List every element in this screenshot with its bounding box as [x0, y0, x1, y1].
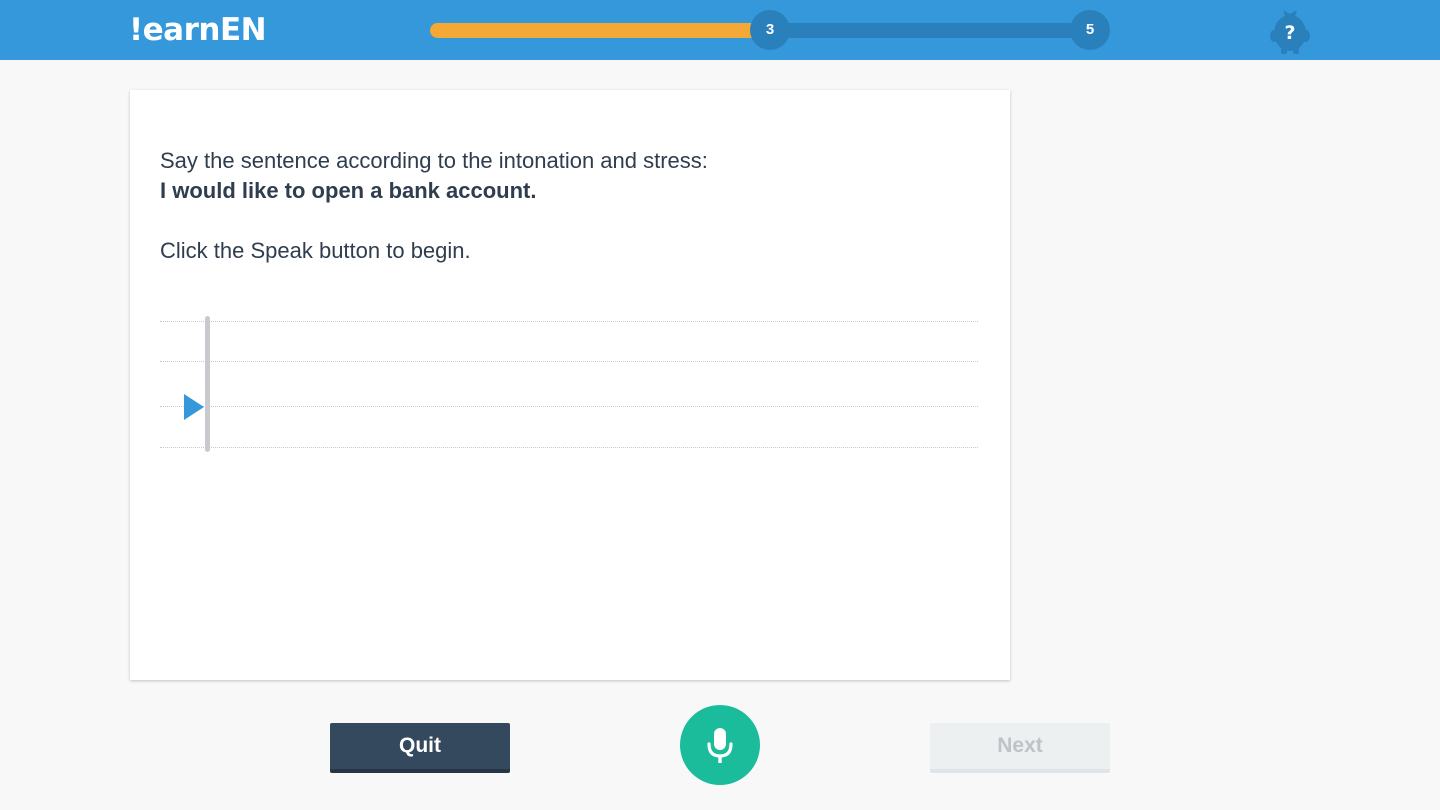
help-mascot-icon: ? — [1270, 10, 1310, 54]
playhead-marker[interactable] — [205, 316, 210, 452]
total-steps-indicator: 5 — [1070, 10, 1110, 50]
lesson-progress-fill — [430, 23, 760, 38]
top-bar: !earnEN 3 5 ? — [0, 0, 1440, 60]
play-button[interactable] — [182, 392, 206, 422]
speak-hint: Click the Speak button to begin. — [160, 238, 471, 263]
staff-line — [160, 361, 978, 362]
play-icon — [184, 394, 204, 420]
speak-button[interactable] — [680, 705, 760, 785]
staff-line — [160, 406, 978, 407]
exercise-card: Say the sentence according to the intona… — [130, 90, 1010, 680]
current-step-indicator: 3 — [750, 10, 790, 50]
target-sentence: I would like to open a bank account. — [160, 178, 537, 203]
next-button[interactable]: Next — [930, 723, 1110, 773]
staff-line — [160, 447, 978, 448]
app-logo: !earnEN — [129, 12, 267, 48]
instruction-text: Say the sentence according to the intona… — [160, 148, 708, 173]
quit-button[interactable]: Quit — [330, 723, 510, 773]
staff-line — [160, 321, 978, 322]
microphone-icon — [707, 728, 733, 763]
help-symbol: ? — [1284, 22, 1295, 44]
help-button[interactable]: ? — [1268, 4, 1312, 56]
intonation-staff — [160, 316, 978, 452]
instructions: Say the sentence according to the intona… — [160, 146, 960, 266]
